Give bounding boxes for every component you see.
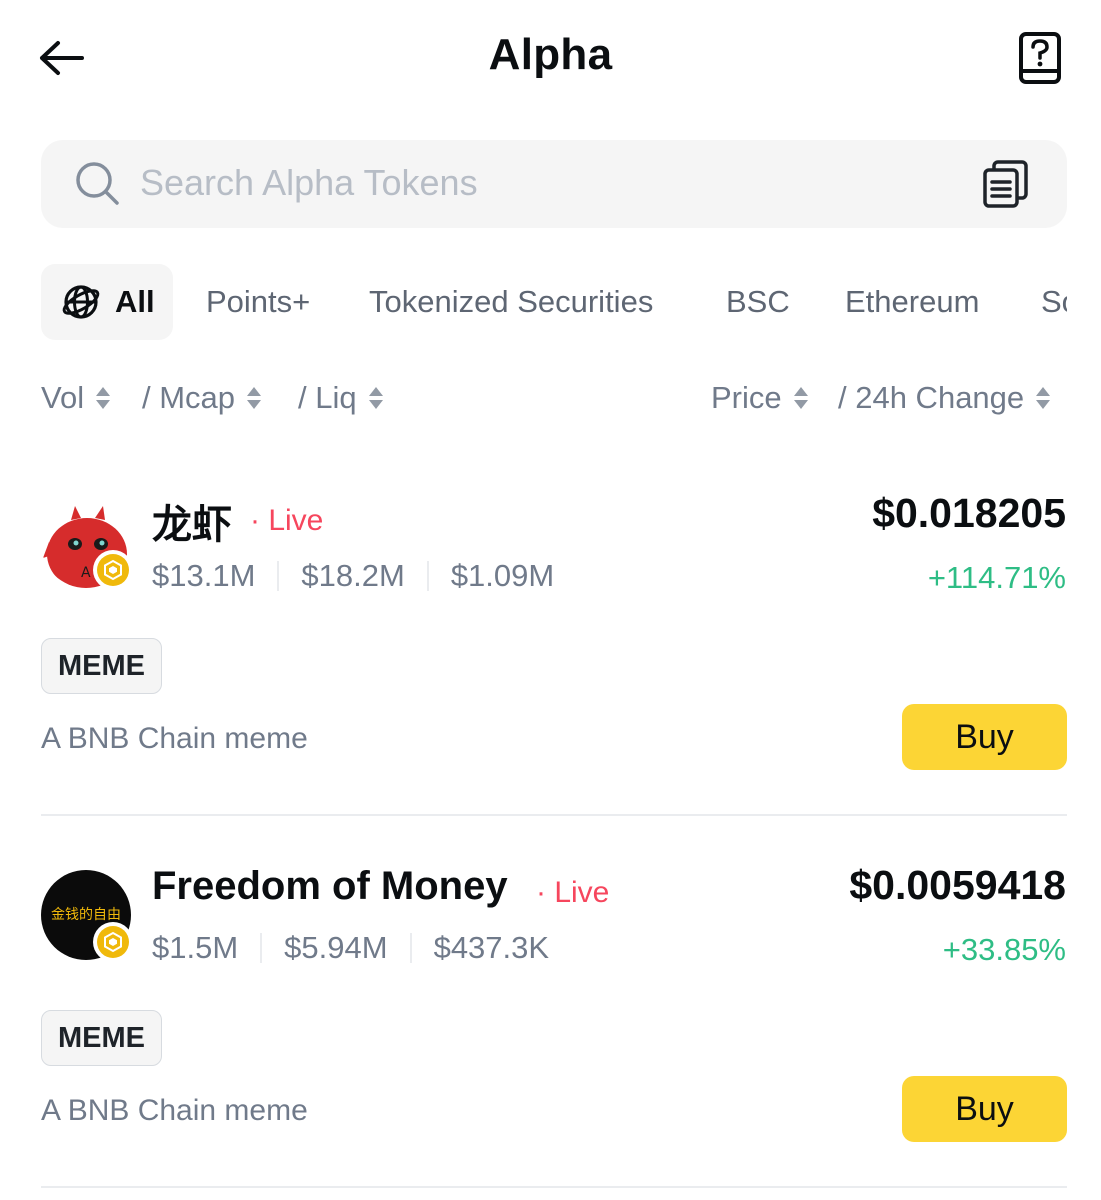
live-status: · Live [536,876,610,909]
token-stats: $1.5M $5.94M $437.3K [152,930,549,966]
stat-liq: $1.09M [450,558,555,593]
sort-24h-change[interactable]: / 24h Change [838,380,1051,416]
sort-liq[interactable]: / Liq [298,380,383,416]
tab-tokenized-securities[interactable]: Tokenized Securities [369,264,653,340]
help-button[interactable] [1012,28,1068,88]
token-name: Freedom of Money [152,864,508,908]
sort-arrows-icon [247,387,262,409]
sort-liq-label: / Liq [298,380,357,415]
token-price: $0.0059418 [849,862,1066,908]
token-change: +114.71% [927,560,1066,595]
avatar-text: 金钱的自由 [51,907,121,923]
bnb-icon [104,931,122,953]
stat-divider [277,561,280,591]
token-avatar: A [41,498,133,590]
list-icon[interactable] [980,158,1032,210]
category-tag[interactable]: MEME [41,638,162,694]
sort-mcap-label: / Mcap [142,380,236,415]
stat-mcap: $18.2M [301,558,405,593]
buy-button[interactable]: Buy [902,704,1067,770]
row-divider [41,1186,1067,1188]
tab-all[interactable]: All [41,264,173,340]
stat-liq: $437.3K [433,930,550,965]
globe-icon [62,285,100,319]
bnb-chain-badge [93,550,133,590]
row-divider [41,814,1067,816]
search-icon [76,162,119,205]
stat-divider [426,561,429,591]
category-tag[interactable]: MEME [41,1010,162,1066]
stat-divider [409,933,412,963]
token-description: A BNB Chain meme [41,722,308,755]
tab-points[interactable]: Points+ [206,264,310,340]
sort-arrows-icon [793,387,808,409]
page-title: Alpha [488,30,613,79]
buy-button[interactable]: Buy [902,1076,1067,1142]
stat-mcap: $5.94M [284,930,388,965]
token-row[interactable]: 金钱的自由 Freedom of Money · Live $1.5M $5.9… [0,838,1101,1200]
token-stats: $13.1M $18.2M $1.09M [152,558,554,594]
help-book-icon [1019,32,1061,84]
token-avatar: 金钱的自由 [41,870,133,962]
stat-vol: $1.5M [152,930,239,965]
stat-divider [260,933,263,963]
token-name: 龙虾 [152,503,232,547]
avatar-letter: A [81,565,91,581]
sort-price-label: Price [711,380,782,415]
tab-all-label: All [115,284,155,319]
sort-mcap[interactable]: / Mcap [142,380,262,416]
search-input[interactable] [140,152,940,214]
token-price: $0.018205 [872,490,1066,536]
sort-vol-label: Vol [41,380,85,415]
sort-price[interactable]: Price [711,380,808,416]
token-row[interactable]: A 龙虾 · Live $13.1M $18.2M $1.09M $0.0182… [0,466,1101,838]
sort-arrows-icon [368,387,383,409]
bnb-icon [104,559,122,581]
sort-change-label: / 24h Change [838,380,1025,415]
sort-vol[interactable]: Vol [41,380,111,416]
tab-ethereum[interactable]: Ethereum [845,264,979,340]
filter-tabs: All Points+ Tokenized Securities BSC Eth… [41,264,1067,342]
token-change: +33.85% [942,932,1066,967]
bnb-chain-badge [93,922,133,962]
header: Alpha [0,0,1101,120]
tab-bsc[interactable]: BSC [726,264,790,340]
sort-arrows-icon [1036,387,1051,409]
stat-vol: $13.1M [152,558,256,593]
sort-arrows-icon [96,387,111,409]
tab-more[interactable]: So [1041,264,1067,340]
token-description: A BNB Chain meme [41,1094,308,1127]
sort-row: Vol / Mcap / Liq Price / 24h Change [41,370,1071,430]
live-status: · Live [250,504,324,537]
